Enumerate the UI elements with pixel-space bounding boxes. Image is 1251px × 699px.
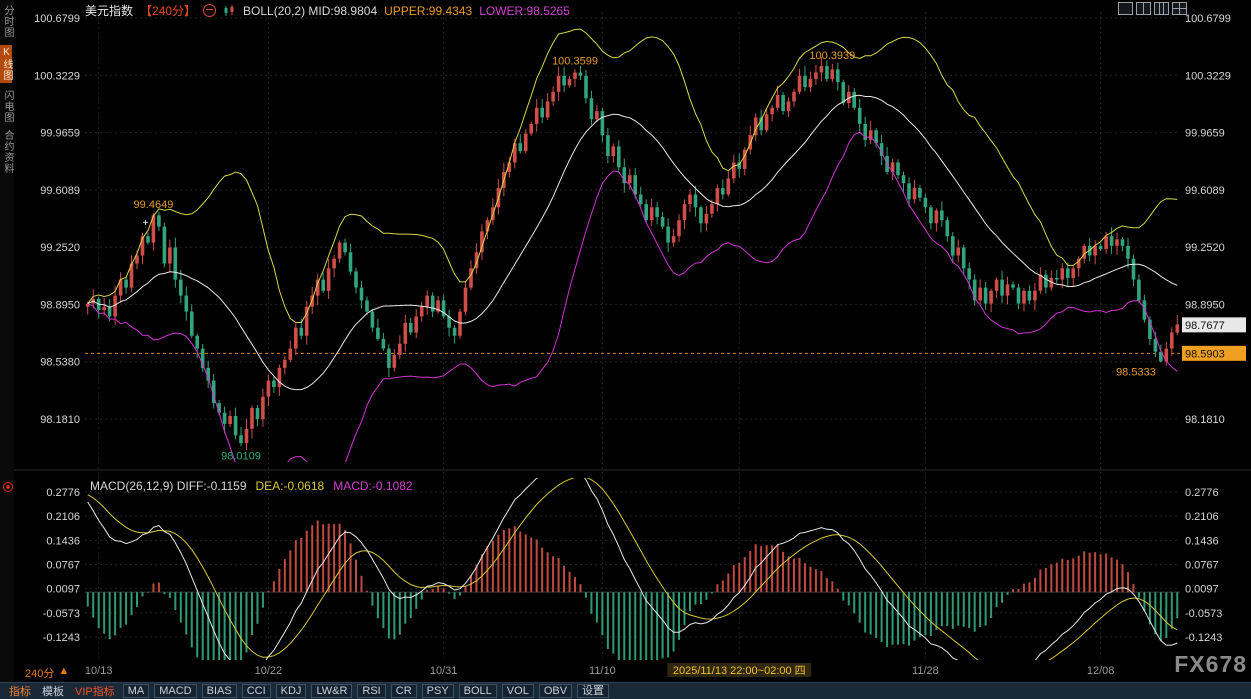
svg-text:98.0109: 98.0109 bbox=[221, 450, 261, 462]
macd-diff-label: MACD(26,12,9) DIFF:-0.1159 bbox=[90, 479, 247, 493]
svg-text:99.6089: 99.6089 bbox=[40, 185, 80, 197]
svg-text:-0.1243: -0.1243 bbox=[43, 632, 80, 644]
sidebar-item-contract-info[interactable]: 合约资料 bbox=[1, 130, 13, 174]
svg-text:98.1810: 98.1810 bbox=[1185, 414, 1225, 426]
svg-text:10/22: 10/22 bbox=[255, 665, 283, 677]
sidebar-item-kline[interactable]: K线图 bbox=[0, 45, 12, 83]
svg-text:99.4649: 99.4649 bbox=[134, 199, 174, 211]
chart-title-bar: 美元指数 【240分】 BOLL(20,2) MID:98.9804 UPPER… bbox=[85, 3, 570, 18]
indicator-button-lwr[interactable]: LW&R bbox=[311, 684, 352, 698]
period-tag: 【240分】 bbox=[140, 2, 196, 19]
svg-text:0.0767: 0.0767 bbox=[46, 559, 80, 571]
indicator-button-vol[interactable]: VOL bbox=[502, 684, 534, 698]
svg-text:98.5333: 98.5333 bbox=[1116, 366, 1156, 378]
sidebar-item-flashchart[interactable]: 闪电图 bbox=[1, 90, 13, 123]
indicator-button-rsi[interactable]: RSI bbox=[357, 684, 385, 698]
boll-mid-label: BOLL(20,2) MID:98.9804 bbox=[243, 4, 377, 18]
svg-text:0.2776: 0.2776 bbox=[1185, 487, 1219, 499]
svg-text:10/13: 10/13 bbox=[85, 665, 113, 677]
svg-text:99.9659: 99.9659 bbox=[1185, 128, 1225, 140]
period-up-arrow-icon: ▲ bbox=[58, 665, 69, 681]
svg-text:0.2106: 0.2106 bbox=[46, 511, 80, 523]
indicator-button-obv[interactable]: OBV bbox=[539, 684, 572, 698]
layout-2x2-icon[interactable] bbox=[1172, 2, 1187, 15]
svg-text:100.3599: 100.3599 bbox=[552, 55, 598, 67]
svg-text:100.3229: 100.3229 bbox=[34, 70, 80, 82]
macd-hist-label: MACD:-0.1082 bbox=[333, 479, 412, 493]
trading-app-window: 分时图 K线图 闪电图 合约资料 100.6799 100.6799 100.322… bbox=[0, 0, 1251, 699]
indicator-button-cci[interactable]: CCI bbox=[242, 684, 271, 698]
main-chart-canvas[interactable]: 100.6799 100.6799 100.3229 100.3229 99.9659 9… bbox=[14, 0, 1251, 682]
macd-dea-label: DEA:-0.0618 bbox=[256, 479, 325, 493]
svg-text:99.2520: 99.2520 bbox=[1185, 242, 1225, 254]
symbol-name: 美元指数 bbox=[85, 2, 133, 19]
svg-text:98.5380: 98.5380 bbox=[40, 357, 80, 369]
indicator-settings-icon[interactable] bbox=[203, 4, 216, 17]
tab-indicators[interactable]: 指标 bbox=[6, 683, 34, 699]
svg-text:0.1436: 0.1436 bbox=[1185, 535, 1219, 547]
layout-1x2-icon[interactable] bbox=[1136, 2, 1151, 15]
svg-text:0.1436: 0.1436 bbox=[46, 535, 80, 547]
svg-text:11/10: 11/10 bbox=[589, 665, 616, 677]
layout-1x3-icon[interactable] bbox=[1154, 2, 1169, 15]
layout-switcher bbox=[1118, 2, 1187, 15]
svg-text:0.2776: 0.2776 bbox=[46, 487, 80, 499]
svg-text:99.6089: 99.6089 bbox=[1185, 185, 1225, 197]
svg-text:98.7677: 98.7677 bbox=[1185, 320, 1225, 332]
boll-lower-label: LOWER:98.5265 bbox=[479, 4, 570, 18]
svg-text:98.5903: 98.5903 bbox=[1185, 348, 1225, 360]
sidebar-item-timechart[interactable]: 分时图 bbox=[1, 5, 13, 38]
svg-text:99.2520: 99.2520 bbox=[40, 242, 80, 254]
macd-plot bbox=[85, 468, 1180, 682]
indicator-button-macd[interactable]: MACD bbox=[154, 684, 196, 698]
period-text: 240分 bbox=[25, 665, 54, 681]
indicator-button-cr[interactable]: CR bbox=[391, 684, 417, 698]
svg-text:+: + bbox=[142, 218, 148, 229]
candles-and-boll bbox=[86, 29, 1179, 501]
tab-vip-indicators[interactable]: VIP指标 bbox=[72, 683, 118, 699]
indicator-button-bias[interactable]: BIAS bbox=[202, 684, 237, 698]
indicator-button-ma[interactable]: MA bbox=[123, 684, 150, 698]
kline-icon bbox=[223, 5, 236, 17]
svg-text:11/28: 11/28 bbox=[912, 665, 939, 677]
svg-text:100.6799: 100.6799 bbox=[34, 13, 80, 25]
svg-text:0.2106: 0.2106 bbox=[1185, 511, 1219, 523]
settings-button[interactable]: 设置 bbox=[577, 684, 609, 698]
svg-text:0.0767: 0.0767 bbox=[1185, 559, 1219, 571]
svg-text:99.9659: 99.9659 bbox=[40, 128, 80, 140]
svg-text:100.6799: 100.6799 bbox=[1185, 13, 1231, 25]
indicator-toolbar: 指标 模板 VIP指标 MA MACD BIAS CCI KDJ LW&R RS… bbox=[0, 682, 1251, 699]
boll-upper-label: UPPER:99.4343 bbox=[384, 4, 472, 18]
svg-text:-0.1243: -0.1243 bbox=[1185, 632, 1222, 644]
indicator-button-boll[interactable]: BOLL bbox=[459, 684, 497, 698]
svg-text:0.0097: 0.0097 bbox=[1185, 584, 1219, 596]
svg-text:-0.0573: -0.0573 bbox=[1185, 608, 1222, 620]
chart-region: 100.6799 100.6799 100.3229 100.3229 99.9659 9… bbox=[14, 0, 1251, 682]
svg-text:100.3229: 100.3229 bbox=[1185, 70, 1231, 82]
indicator-button-kdj[interactable]: KDJ bbox=[276, 684, 307, 698]
svg-text:2025/11/13 22:00~02:00 四: 2025/11/13 22:00~02:00 四 bbox=[673, 665, 806, 677]
svg-text:98.1810: 98.1810 bbox=[40, 414, 80, 426]
svg-text:98.8950: 98.8950 bbox=[40, 299, 80, 311]
layout-1x1-icon[interactable] bbox=[1118, 2, 1133, 15]
brand-watermark: FX678 bbox=[1174, 651, 1247, 678]
tab-templates[interactable]: 模板 bbox=[39, 683, 67, 699]
macd-title-bar: MACD(26,12,9) DIFF:-0.1159 DEA:-0.0618 M… bbox=[90, 479, 413, 493]
indicator-button-psy[interactable]: PSY bbox=[422, 684, 454, 698]
svg-text:100.3939: 100.3939 bbox=[809, 50, 855, 62]
left-sidebar: 分时图 K线图 闪电图 合约资料 bbox=[0, 0, 14, 682]
x-axis-period[interactable]: 240分 ▲ bbox=[25, 665, 69, 681]
svg-text:98.8950: 98.8950 bbox=[1185, 299, 1225, 311]
svg-text:-0.0573: -0.0573 bbox=[43, 608, 80, 620]
svg-text:12/08: 12/08 bbox=[1087, 665, 1115, 677]
svg-text:10/31: 10/31 bbox=[430, 665, 458, 677]
panel-indicator-icon[interactable] bbox=[3, 482, 13, 492]
svg-text:0.0097: 0.0097 bbox=[46, 584, 80, 596]
